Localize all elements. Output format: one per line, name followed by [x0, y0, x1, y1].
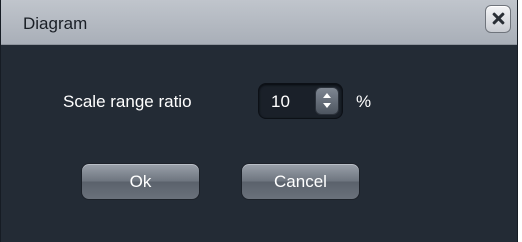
spin-up-arrow-icon[interactable]	[323, 93, 331, 98]
cancel-button[interactable]: Cancel	[241, 163, 360, 200]
dialog-title: Diagram	[23, 14, 88, 33]
scale-range-ratio-label: Scale range ratio	[63, 92, 192, 111]
close-button[interactable]	[485, 5, 511, 33]
diagram-dialog: Diagram Scale range ratio 10 % Ok Cancel	[0, 0, 518, 242]
titlebar: Diagram	[1, 0, 517, 45]
percent-unit-label: %	[356, 92, 372, 111]
scale-range-ratio-input[interactable]: 10	[271, 92, 290, 112]
spin-down-arrow-icon[interactable]	[323, 103, 331, 108]
ok-button[interactable]: Ok	[81, 163, 200, 200]
spin-stepper[interactable]	[315, 87, 339, 115]
scale-range-ratio-spinbox[interactable]: 10	[258, 83, 343, 119]
